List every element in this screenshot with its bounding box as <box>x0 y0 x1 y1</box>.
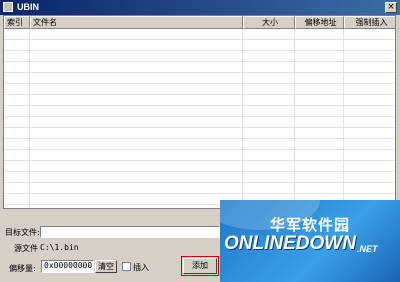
column-header-filename[interactable]: 文件名 <box>30 16 243 29</box>
app-window: UBIN × 索引 文件名 大小 偏移地址 强制插入 目标文件: 源文件 C:\… <box>0 0 400 282</box>
target-file-field[interactable] <box>40 226 220 238</box>
add-button[interactable]: 添加 <box>183 258 217 274</box>
list-header: 索引 文件名 大小 偏移地址 强制插入 <box>4 16 395 29</box>
target-file-label: 目标文件: <box>5 228 40 237</box>
column-divider <box>29 29 30 208</box>
list-rows <box>4 29 395 208</box>
column-header-index[interactable]: 索引 <box>4 16 30 29</box>
column-header-offset[interactable]: 偏移地址 <box>295 16 344 29</box>
close-button[interactable]: × <box>385 2 397 13</box>
source-file-value: C:\1.bin <box>40 243 79 252</box>
offset-label: 偏移量: <box>9 264 36 273</box>
column-divider <box>294 29 295 208</box>
watermark-logo: 华军软件园 ONLINEDOWN .NET <box>220 200 400 282</box>
column-header-size[interactable]: 大小 <box>243 16 295 29</box>
title-bar: UBIN × <box>0 0 400 15</box>
clear-button[interactable]: 清空 <box>95 260 117 273</box>
source-file-label: 源文件 <box>14 244 38 253</box>
offset-field[interactable]: 0x00000000 <box>41 260 94 273</box>
insert-label: 插入 <box>133 263 149 272</box>
column-divider <box>343 29 344 208</box>
window-title: UBIN <box>17 2 39 12</box>
app-icon <box>3 2 13 12</box>
insert-checkbox[interactable] <box>122 262 131 271</box>
file-list[interactable]: 索引 文件名 大小 偏移地址 强制插入 <box>3 15 396 209</box>
column-header-force-insert[interactable]: 强制插入 <box>344 16 395 29</box>
watermark-net-text: .NET <box>357 244 378 254</box>
column-divider <box>242 29 243 208</box>
watermark-en-text: ONLINEDOWN <box>224 233 356 254</box>
watermark-cn-text: 华军软件园 <box>270 216 351 234</box>
